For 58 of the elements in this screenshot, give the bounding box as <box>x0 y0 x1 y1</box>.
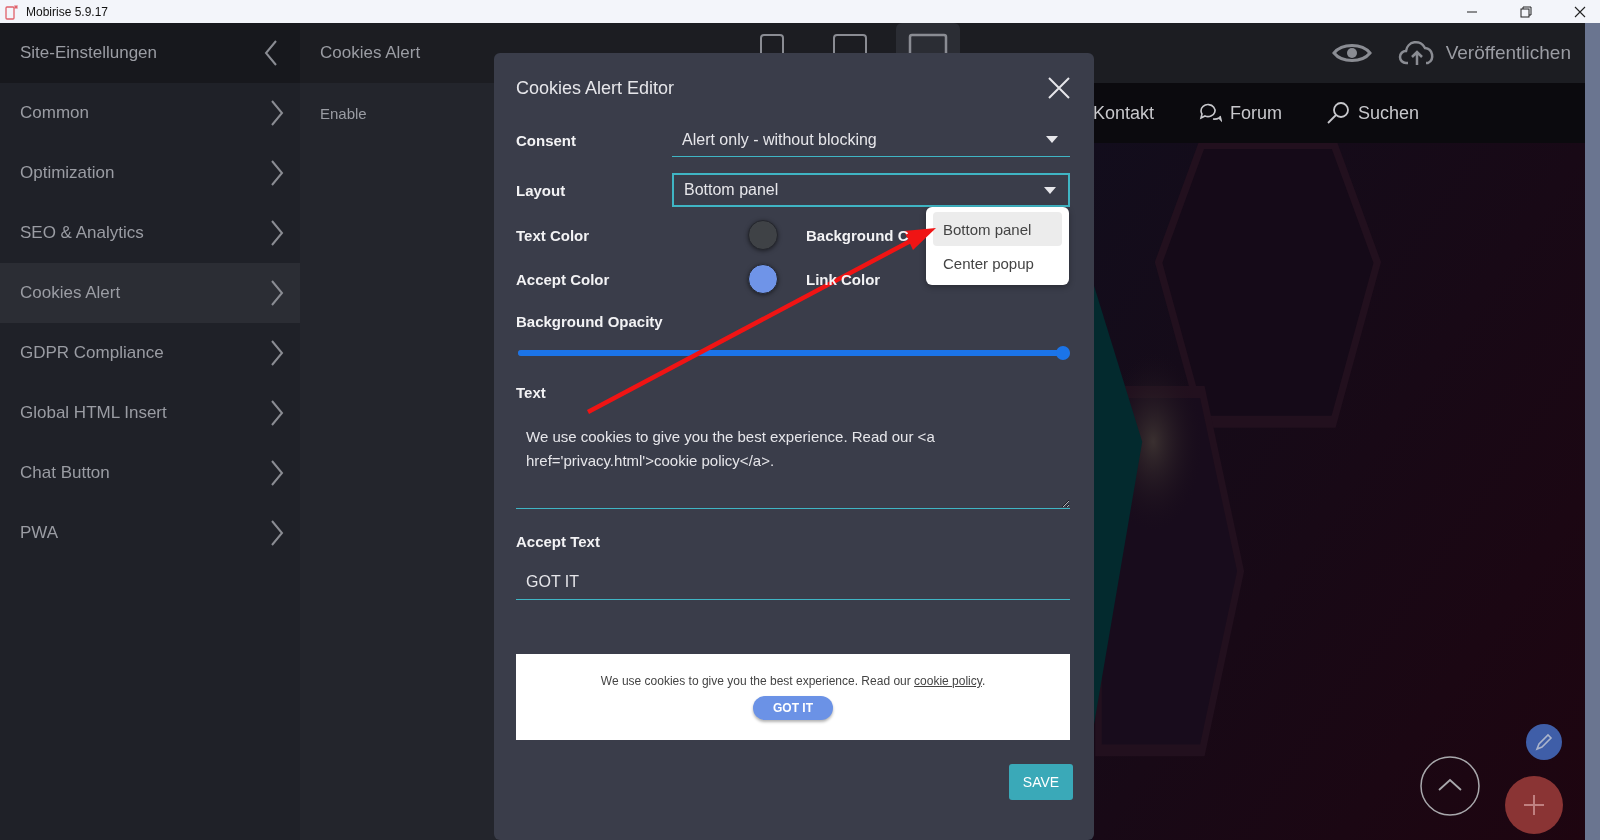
sidebar-item[interactable]: Global HTML Insert <box>0 383 300 443</box>
chevron-right-icon <box>270 100 284 126</box>
color-swatch[interactable] <box>748 264 778 294</box>
field-label: Background Opacity <box>516 313 664 330</box>
sidebar-title: Site-Einstellungen <box>20 43 158 63</box>
field-label: Background C <box>806 226 909 244</box>
site-nav-link[interactable]: Suchen <box>1326 101 1420 125</box>
app-logo-icon <box>4 3 20 20</box>
text-area[interactable]: We use cookies to give you the best experience. Read our <a href='privacy.html'>cookie policy</a>. <box>516 419 1070 509</box>
window-title: Mobirise 5.9.17 <box>26 4 109 19</box>
chevron-right-icon <box>270 220 284 246</box>
field-label: Text <box>516 384 547 401</box>
field-label: Link Color <box>806 270 881 288</box>
cookie-policy-link[interactable]: cookie policy <box>914 674 982 688</box>
field-label: Consent <box>516 131 577 149</box>
sidebar-item[interactable]: SEO & Analytics <box>0 203 300 263</box>
sidebar-item[interactable]: GDPR Compliance <box>0 323 300 383</box>
color-swatch[interactable] <box>748 220 778 250</box>
consent-select[interactable]: Alert only - without blocking <box>672 123 1070 157</box>
field-label: Text Color <box>516 226 590 244</box>
scrollbar[interactable] <box>1585 23 1600 840</box>
sidebar-item[interactable]: Chat Button <box>0 443 300 503</box>
field-label: Accept Color <box>516 270 610 288</box>
add-icon[interactable] <box>1505 776 1563 834</box>
search-icon <box>1326 101 1351 125</box>
publish-button[interactable]: Veröffentlichen <box>1397 39 1571 67</box>
restore-icon[interactable] <box>1520 5 1532 18</box>
opacity-slider[interactable] <box>518 346 1070 360</box>
sidebar-item[interactable]: Common <box>0 83 300 143</box>
chat-icon <box>1198 102 1223 124</box>
pen-icon[interactable] <box>1526 724 1562 760</box>
panel-title: Cookies Alert <box>320 43 421 63</box>
caret-icon <box>1044 186 1056 194</box>
chevron-right-icon <box>270 160 284 186</box>
dropdown-option[interactable]: Center popup <box>933 246 1062 280</box>
site-nav-link[interactable]: Kontakt <box>1093 102 1155 124</box>
chevron-right-icon <box>270 400 284 426</box>
chevron-right-icon <box>270 340 284 366</box>
phone-icon <box>759 33 785 53</box>
cookie-message: We use cookies to give you the best experience. Read our cookie policy. <box>600 674 986 688</box>
close-icon[interactable] <box>1574 5 1586 18</box>
layout-select[interactable]: Bottom panel <box>672 173 1070 207</box>
field-label: Accept Text <box>516 533 601 550</box>
sidebar-item[interactable]: Optimization <box>0 143 300 203</box>
site-nav-link[interactable]: Forum <box>1198 102 1283 124</box>
chevron-left-icon[interactable] <box>264 40 278 66</box>
sidebar-item[interactable]: PWA <box>0 503 300 563</box>
chevron-right-icon <box>270 520 284 546</box>
cloud-upload-icon <box>1397 39 1436 67</box>
chevron-right-icon <box>270 460 284 486</box>
chevron-right-icon <box>270 280 284 306</box>
preview-eye-icon[interactable] <box>1331 41 1372 65</box>
dropdown-option[interactable]: Bottom panel <box>933 212 1062 246</box>
field-label: Layout <box>516 181 567 199</box>
sidebar-item[interactable]: Cookies Alert <box>0 263 300 323</box>
accept-text-field[interactable]: GOT IT <box>516 564 1070 600</box>
scroll-up-icon[interactable] <box>1419 755 1481 817</box>
dialog-title: Cookies Alert Editor <box>516 77 675 99</box>
